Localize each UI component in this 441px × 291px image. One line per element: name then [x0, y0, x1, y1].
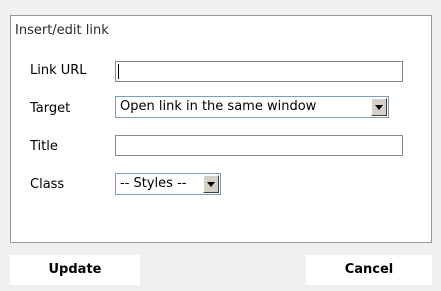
chevron-down-icon[interactable] [203, 175, 219, 193]
update-button[interactable]: Update [10, 255, 140, 285]
class-selected-value: -- Styles -- [120, 176, 187, 191]
title-label: Title [30, 139, 58, 154]
link-url-label: Link URL [30, 63, 87, 78]
dialog-legend: Insert/edit link [15, 23, 109, 38]
cancel-button[interactable]: Cancel [306, 255, 432, 285]
link-dialog: Insert/edit link Link URL Target Open li… [0, 0, 441, 291]
class-label: Class [30, 177, 65, 192]
link-url-input[interactable] [115, 61, 403, 82]
target-selected-value: Open link in the same window [120, 99, 317, 114]
chevron-down-icon[interactable] [371, 98, 387, 116]
target-label: Target [30, 101, 71, 116]
title-input[interactable] [115, 135, 403, 156]
link-fieldset [10, 15, 432, 243]
text-caret [118, 64, 119, 79]
target-select[interactable]: Open link in the same window [115, 96, 389, 118]
class-select[interactable]: -- Styles -- [115, 173, 221, 195]
